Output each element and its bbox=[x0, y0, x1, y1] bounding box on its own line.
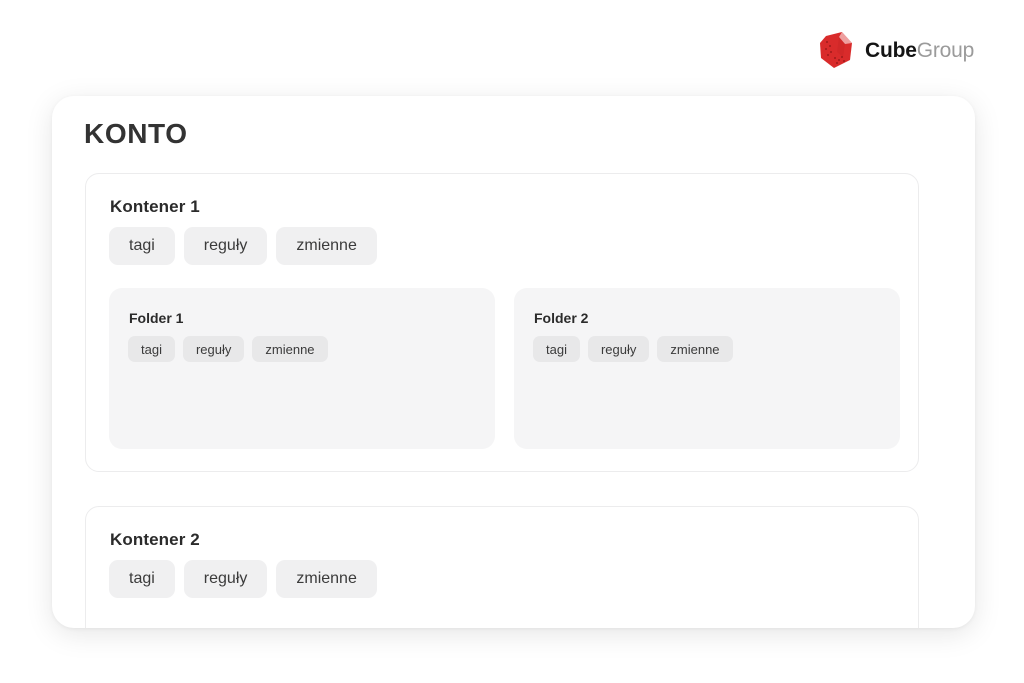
folder-tag-row: tagi reguły zmienne bbox=[128, 336, 328, 362]
container-tag-zmienne[interactable]: zmienne bbox=[276, 227, 377, 265]
folder-title: Folder 2 bbox=[534, 310, 589, 326]
container-card-1[interactable]: Kontener 1 tagi reguły zmienne Folder 1 … bbox=[85, 173, 919, 472]
folder-box-2[interactable]: Folder 2 tagi reguły zmienne bbox=[514, 288, 900, 449]
folder-tag-zmienne[interactable]: zmienne bbox=[252, 336, 328, 362]
container-tag-reguly[interactable]: reguły bbox=[183, 560, 268, 598]
container-tag-tagi[interactable]: tagi bbox=[109, 560, 175, 598]
folder-title: Folder 1 bbox=[129, 310, 184, 326]
page-title: KONTO bbox=[84, 118, 188, 149]
folder-tag-tagi[interactable]: tagi bbox=[533, 336, 580, 362]
page-root: CubeGroup KONTO Kontener 1 tagi reguły z… bbox=[0, 0, 1024, 683]
account-card: KONTO Kontener 1 tagi reguły zmienne Fol… bbox=[52, 96, 975, 628]
folder-tag-row: tagi reguły zmienne bbox=[533, 336, 733, 362]
container-tag-row: tagi reguły zmienne bbox=[109, 227, 377, 265]
brand-logo: CubeGroup bbox=[818, 28, 974, 72]
container-card-2[interactable]: Kontener 2 tagi reguły zmienne bbox=[85, 506, 919, 628]
container-tag-tagi[interactable]: tagi bbox=[109, 227, 175, 265]
folder-tag-reguly[interactable]: reguły bbox=[587, 336, 650, 362]
folder-row: Folder 1 tagi reguły zmienne Folder 2 ta… bbox=[109, 288, 900, 449]
cube-logo-icon bbox=[820, 32, 852, 68]
container-title: Kontener 1 bbox=[110, 197, 200, 216]
container-title: Kontener 2 bbox=[110, 530, 200, 549]
folder-box-1[interactable]: Folder 1 tagi reguły zmienne bbox=[109, 288, 495, 449]
brand-text: CubeGroup bbox=[865, 40, 974, 61]
brand-name: Cube bbox=[865, 38, 917, 62]
brand-suffix: Group bbox=[916, 38, 975, 62]
folder-tag-tagi[interactable]: tagi bbox=[128, 336, 175, 362]
container-tag-reguly[interactable]: reguły bbox=[183, 227, 268, 265]
container-tag-zmienne[interactable]: zmienne bbox=[276, 560, 377, 598]
folder-tag-zmienne[interactable]: zmienne bbox=[657, 336, 733, 362]
container-tag-row: tagi reguły zmienne bbox=[109, 560, 377, 598]
folder-tag-reguly[interactable]: reguły bbox=[182, 336, 245, 362]
